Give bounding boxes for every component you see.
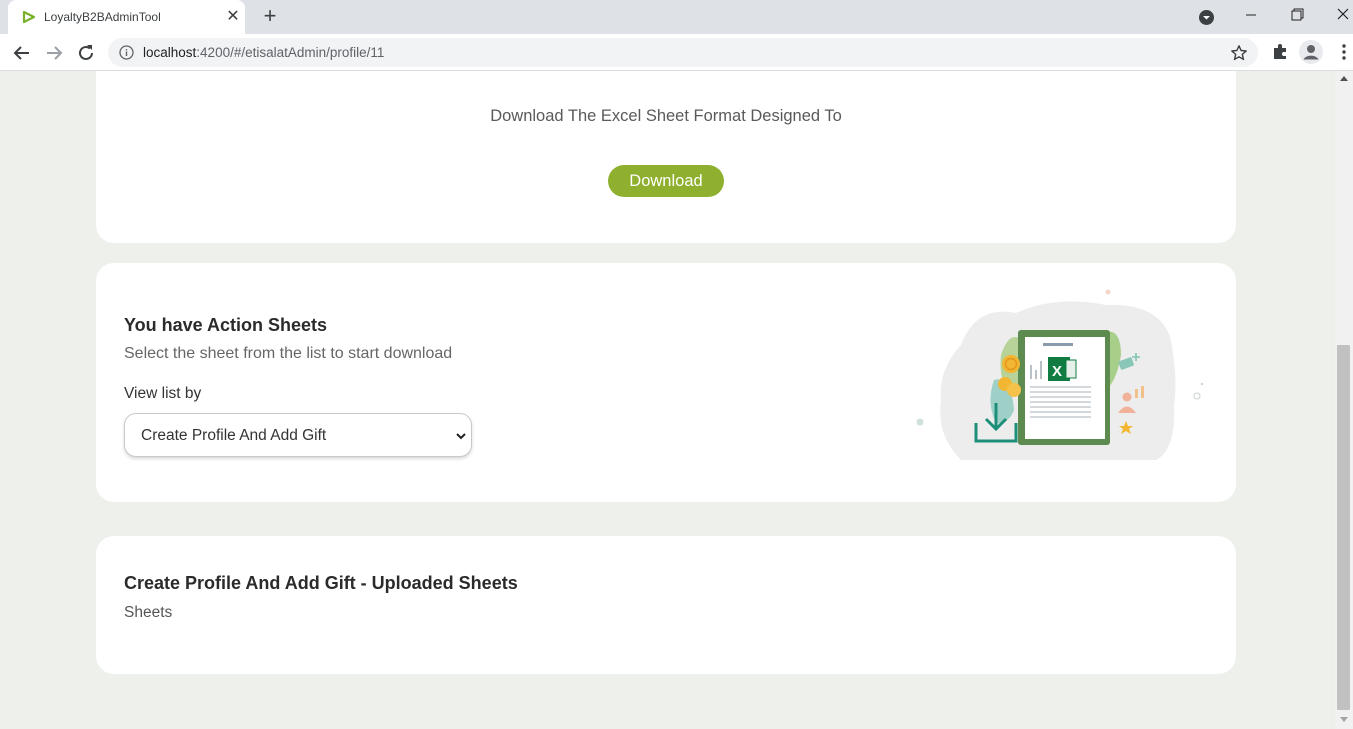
uploaded-sheets-title: Create Profile And Add Gift - Uploaded S… [124,573,518,593]
url-text: localhost:4200/#/etisalatAdmin/profile/1… [143,45,384,60]
action-sheets-card: You have Action Sheets Select the sheet … [96,263,1236,502]
tab-search-icon[interactable] [1198,9,1215,26]
page-scrollbar[interactable] [1335,71,1353,729]
minimize-icon[interactable] [1237,4,1265,26]
scroll-down-arrow-icon[interactable] [1339,716,1349,724]
download-format-card: Download The Excel Sheet Format Designed… [96,71,1236,243]
tab-title: LoyaltyB2BAdminTool [44,10,161,24]
etisalat-favicon-icon [22,10,36,24]
sheet-type-selected-value: Create Profile And Add Gift [141,427,327,444]
uploaded-sheets-subtitle: Sheets [124,604,173,621]
scroll-up-arrow-icon[interactable] [1339,74,1349,82]
more-menu-icon[interactable] [1334,42,1353,62]
restore-icon[interactable] [1283,4,1311,26]
action-sheets-subtitle: Select the sheet from the list to start … [124,345,453,362]
uploaded-sheets-card: Create Profile And Add Gift - Uploaded S… [96,536,1236,674]
info-icon[interactable] [119,45,134,60]
sheet-type-select[interactable]: Create Profile And Add Gift [124,413,472,457]
new-tab-icon[interactable]: + [258,5,282,29]
view-list-label: View list by [124,385,202,402]
tab-strip: LoyaltyB2BAdminTool ✕ + [0,0,1353,34]
address-bar[interactable]: localhost:4200/#/etisalatAdmin/profile/1… [108,38,1258,67]
extensions-icon[interactable] [1270,42,1290,62]
tab-close-icon[interactable]: ✕ [224,8,242,26]
download-format-text: Download The Excel Sheet Format Designed… [490,107,842,125]
profile-avatar-icon[interactable] [1299,40,1323,64]
excel-download-illustration: X [916,289,1204,460]
svg-text:X: X [1052,363,1062,380]
browser-tab[interactable]: LoyaltyB2BAdminTool ✕ [8,0,245,34]
forward-icon[interactable] [42,41,66,65]
url-host: localhost [143,45,197,60]
chevron-down-icon [456,433,466,440]
action-sheets-title: You have Action Sheets [124,315,328,335]
download-button[interactable]: Download [608,165,724,197]
browser-toolbar: localhost:4200/#/etisalatAdmin/profile/1… [0,34,1353,71]
page-viewport: Download The Excel Sheet Format Designed… [0,71,1335,729]
reload-icon[interactable] [74,41,98,65]
back-icon[interactable] [10,41,34,65]
close-window-icon[interactable] [1329,4,1353,26]
scrollbar-thumb[interactable] [1337,345,1350,710]
url-path: :4200/#/etisalatAdmin/profile/11 [196,45,385,60]
bookmark-star-icon[interactable] [1230,44,1248,62]
